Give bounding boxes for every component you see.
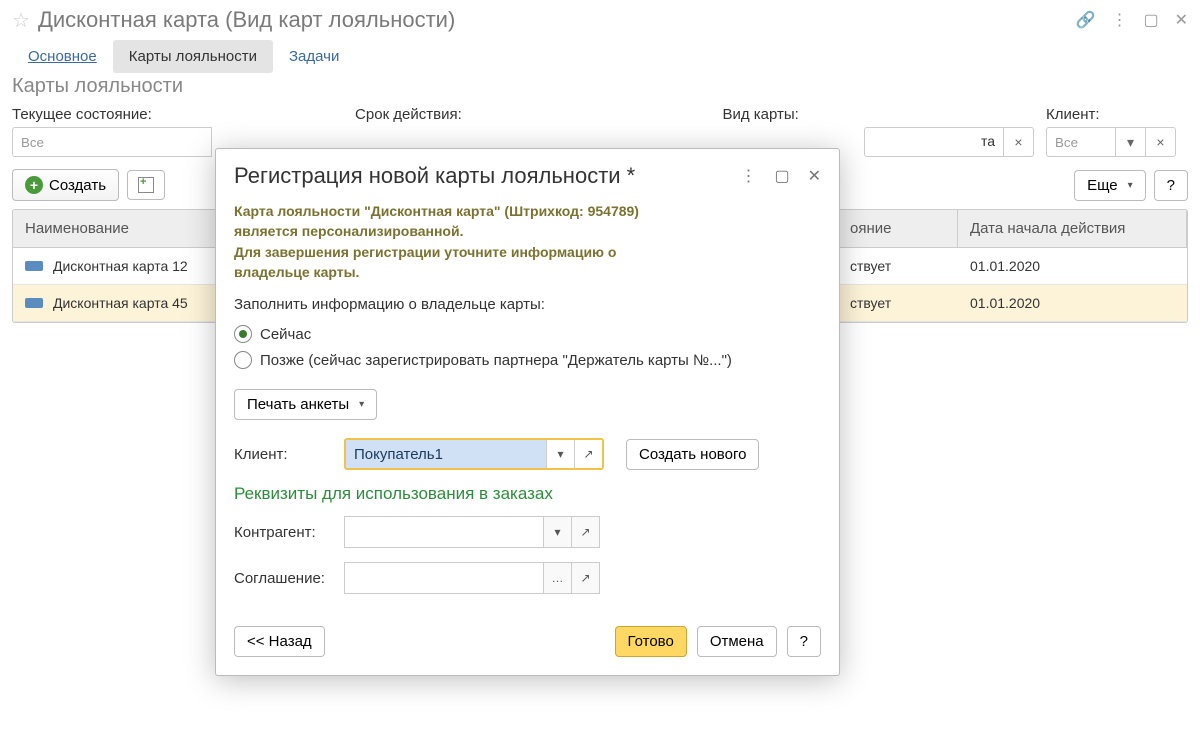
modal-close-icon[interactable]: ✕	[808, 166, 821, 186]
counterparty-label: Контрагент:	[234, 524, 334, 541]
cell-name: Дисконтная карта 45	[53, 295, 188, 311]
cell-state: ствует	[838, 248, 958, 284]
modal-help-button[interactable]: ?	[787, 626, 821, 657]
tabs-bar: Основное Карты лояльности Задачи	[0, 40, 1200, 73]
link-icon[interactable]: 🔗	[1076, 10, 1096, 30]
tab-tasks[interactable]: Задачи	[273, 40, 355, 73]
agreement-label: Соглашение:	[234, 570, 334, 587]
modal-title: Регистрация новой карты лояльности *	[234, 163, 740, 189]
cell-date: 01.01.2020	[958, 248, 1187, 284]
modal-header: Регистрация новой карты лояльности * ⋮ ▢…	[216, 149, 839, 197]
modal-footer: << Назад Готово Отмена ?	[216, 626, 839, 675]
chevron-down-icon: ▾	[359, 399, 364, 410]
client-field-row: Клиент: ▾ ↗ Создать нового	[234, 438, 821, 470]
client-input[interactable]	[346, 440, 546, 468]
client-label: Клиент:	[234, 446, 334, 463]
modal-maximize-icon[interactable]: ▢	[774, 166, 789, 186]
create-new-client-button[interactable]: Создать нового	[626, 439, 759, 470]
filter-card-type-value[interactable]: та	[864, 127, 1004, 157]
radio-now[interactable]: Сейчас	[234, 321, 821, 347]
registration-modal: Регистрация новой карты лояльности * ⋮ ▢…	[215, 148, 840, 676]
card-icon	[25, 261, 43, 271]
client-combo: ▾ ↗	[344, 438, 604, 470]
filter-card-type-label: Вид карты:	[722, 106, 1034, 123]
chevron-down-icon: ▾	[1128, 180, 1133, 191]
agreement-combo: … ↗	[344, 562, 600, 594]
card-icon	[25, 298, 43, 308]
counterparty-row: Контрагент: ▾ ↗	[234, 516, 821, 548]
plus-icon: +	[25, 176, 43, 194]
back-button[interactable]: << Назад	[234, 626, 325, 657]
more-button-label: Еще	[1087, 177, 1118, 194]
cell-state: ствует	[838, 285, 958, 321]
cell-name: Дисконтная карта 12	[53, 258, 188, 274]
filter-client: Клиент: ▾ ×	[1046, 106, 1176, 157]
page-subtitle: Карты лояльности	[0, 73, 1200, 102]
done-button[interactable]: Готово	[615, 626, 687, 657]
kebab-menu-icon[interactable]: ⋮	[1111, 10, 1127, 30]
window-header: ☆ Дисконтная карта (Вид карт лояльности)…	[0, 0, 1200, 40]
filter-client-label: Клиент:	[1046, 106, 1176, 123]
filter-client-input[interactable]	[1046, 127, 1116, 157]
agreement-ellipsis-button[interactable]: …	[544, 562, 572, 594]
cancel-button[interactable]: Отмена	[697, 626, 777, 657]
filter-state-input[interactable]	[12, 127, 212, 157]
agreement-open-button[interactable]: ↗	[572, 562, 600, 594]
counterparty-open-button[interactable]: ↗	[572, 516, 600, 548]
print-form-label: Печать анкеты	[247, 396, 349, 413]
modal-body: Карта лояльности "Дисконтная карта" (Штр…	[216, 197, 839, 626]
create-button-label: Создать	[49, 177, 106, 194]
filter-card-type-clear[interactable]: ×	[1004, 127, 1034, 157]
radio-later[interactable]: Позже (сейчас зарегистрировать партнера …	[234, 347, 821, 373]
tab-loyalty-cards[interactable]: Карты лояльности	[113, 40, 273, 73]
agreement-row: Соглашение: … ↗	[234, 562, 821, 594]
more-button[interactable]: Еще ▾	[1074, 170, 1146, 201]
create-button[interactable]: + Создать	[12, 169, 119, 201]
radio-group-fill-time: Сейчас Позже (сейчас зарегистрировать па…	[234, 321, 821, 373]
copy-button[interactable]	[127, 170, 165, 200]
filter-client-clear[interactable]: ×	[1146, 127, 1176, 157]
radio-now-label: Сейчас	[260, 326, 311, 343]
th-state[interactable]: ояние	[838, 210, 958, 247]
filter-validity-label: Срок действия:	[355, 106, 710, 123]
window-title: Дисконтная карта (Вид карт лояльности)	[38, 7, 1076, 33]
counterparty-dropdown-button[interactable]: ▾	[544, 516, 572, 548]
radio-icon	[234, 325, 252, 343]
copy-icon	[138, 177, 154, 193]
window-controls: 🔗 ⋮ ▢ ✕	[1076, 10, 1188, 30]
tab-main[interactable]: Основное	[12, 40, 113, 73]
modal-info-text: Карта лояльности "Дисконтная карта" (Штр…	[234, 201, 821, 282]
agreement-input[interactable]	[344, 562, 544, 594]
client-dropdown-button[interactable]: ▾	[546, 440, 574, 468]
help-button[interactable]: ?	[1154, 170, 1188, 201]
cell-date: 01.01.2020	[958, 285, 1187, 321]
close-icon[interactable]: ✕	[1175, 10, 1188, 30]
filter-state-label: Текущее состояние:	[12, 106, 343, 123]
print-form-button[interactable]: Печать анкеты ▾	[234, 389, 377, 420]
filter-client-dropdown[interactable]: ▾	[1116, 127, 1146, 157]
favorite-star-icon[interactable]: ☆	[12, 8, 30, 33]
radio-later-label: Позже (сейчас зарегистрировать партнера …	[260, 352, 732, 369]
fill-info-prompt: Заполнить информацию о владельце карты:	[234, 296, 821, 313]
order-requisites-heading: Реквизиты для использования в заказах	[234, 484, 821, 504]
maximize-icon[interactable]: ▢	[1143, 10, 1158, 30]
th-date[interactable]: Дата начала действия	[958, 210, 1187, 247]
modal-kebab-icon[interactable]: ⋮	[740, 166, 756, 186]
radio-icon	[234, 351, 252, 369]
counterparty-combo: ▾ ↗	[344, 516, 600, 548]
client-open-button[interactable]: ↗	[574, 440, 602, 468]
counterparty-input[interactable]	[344, 516, 544, 548]
